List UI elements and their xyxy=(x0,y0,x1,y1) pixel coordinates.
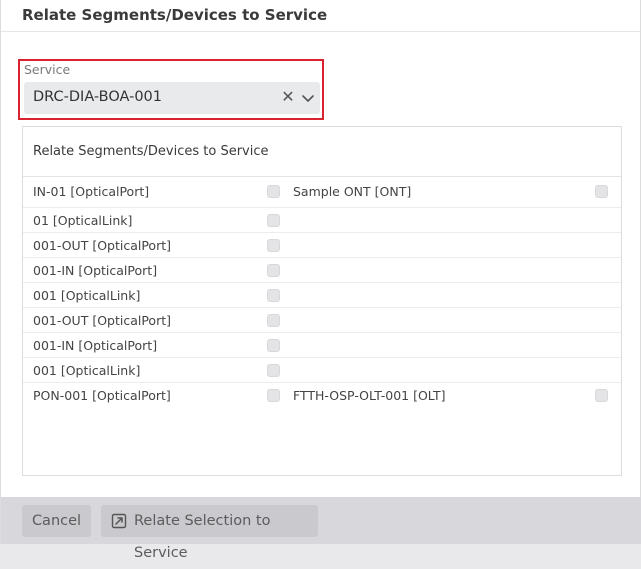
table-row: 001-IN [OpticalPort] xyxy=(23,258,621,283)
segment-checkbox[interactable] xyxy=(267,185,280,198)
device-label: Sample ONT [ONT] xyxy=(293,184,412,199)
table-row: 001 [OpticalLink] xyxy=(23,283,621,308)
segment-label: 001-OUT [OpticalPort] xyxy=(33,313,172,328)
title-divider xyxy=(1,31,640,32)
segment-checkbox[interactable] xyxy=(267,239,280,252)
segment-label: IN-01 [OpticalPort] xyxy=(33,184,150,199)
segment-label: 001-IN [OpticalPort] xyxy=(33,263,158,278)
service-select[interactable]: DRC-DIA-BOA-001 ✕ xyxy=(24,82,320,114)
dialog-footer: Cancel Relate Selection to Service xyxy=(1,497,641,561)
table-row: PON-001 [OpticalPort] FTTH-OSP-OLT-001 [… xyxy=(23,383,621,408)
service-label: Service xyxy=(24,62,71,77)
segment-label: 001 [OpticalLink] xyxy=(33,288,141,303)
cancel-button[interactable]: Cancel xyxy=(22,505,91,537)
segment-label: 001 [OpticalLink] xyxy=(33,363,141,378)
table-row: 001-IN [OpticalPort] xyxy=(23,333,621,358)
segment-label: 001-IN [OpticalPort] xyxy=(33,338,158,353)
close-icon[interactable]: ✕ xyxy=(279,87,297,107)
segment-label: 001-OUT [OpticalPort] xyxy=(33,238,172,253)
segment-checkbox[interactable] xyxy=(267,289,280,302)
segment-checkbox[interactable] xyxy=(267,214,280,227)
segment-label: PON-001 [OpticalPort] xyxy=(33,388,171,403)
table-row: 01 [OpticalLink] xyxy=(23,208,621,233)
relate-selection-label: Relate Selection to Service xyxy=(134,513,271,561)
link-icon xyxy=(111,513,127,529)
service-select-value: DRC-DIA-BOA-001 xyxy=(33,89,162,105)
relate-dialog: Relate Segments/Devices to Service Servi… xyxy=(0,0,641,561)
segments-panel: Relate Segments/Devices to Service IN-01… xyxy=(22,126,622,476)
service-field: Service DRC-DIA-BOA-001 ✕ xyxy=(18,59,324,120)
table-row: IN-01 [OpticalPort] Sample ONT [ONT] xyxy=(23,177,621,208)
device-label: FTTH-OSP-OLT-001 [OLT] xyxy=(293,388,446,403)
segment-checkbox[interactable] xyxy=(267,364,280,377)
dialog-title: Relate Segments/Devices to Service xyxy=(22,6,328,24)
chevron-down-icon[interactable] xyxy=(300,90,316,106)
panel-title: Relate Segments/Devices to Service xyxy=(33,144,269,159)
table-row: 001 [OpticalLink] xyxy=(23,358,621,383)
segment-checkbox[interactable] xyxy=(267,264,280,277)
segment-label: 01 [OpticalLink] xyxy=(33,213,133,228)
relate-selection-button[interactable]: Relate Selection to Service xyxy=(101,505,318,561)
segment-checkbox[interactable] xyxy=(267,389,280,402)
table-row: 001-OUT [OpticalPort] xyxy=(23,233,621,258)
device-checkbox[interactable] xyxy=(595,185,608,198)
table-row: 001-OUT [OpticalPort] xyxy=(23,308,621,333)
segment-checkbox[interactable] xyxy=(267,314,280,327)
device-checkbox[interactable] xyxy=(595,389,608,402)
segment-checkbox[interactable] xyxy=(267,339,280,352)
